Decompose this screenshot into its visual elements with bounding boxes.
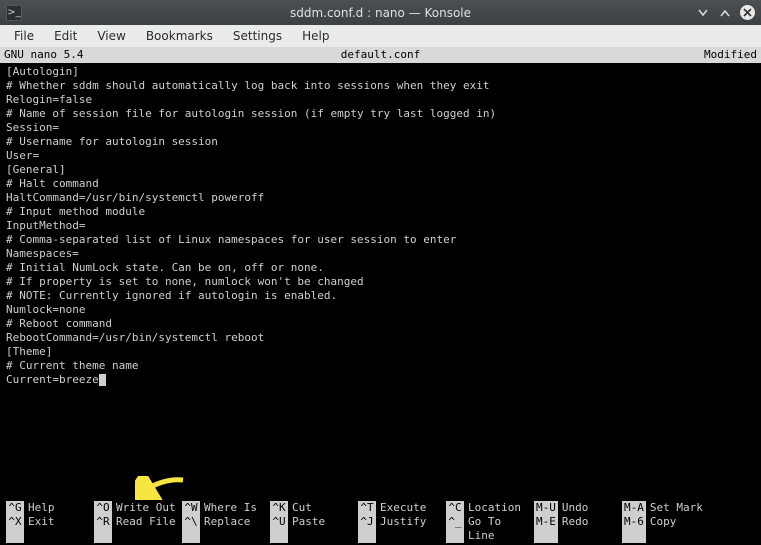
- editor-line: # Whether sddm should automatically log …: [6, 79, 755, 93]
- editor-line: # Halt command: [6, 177, 755, 191]
- editor-line: [General]: [6, 163, 755, 177]
- window-title: sddm.conf.d : nano — Konsole: [290, 6, 471, 20]
- shortcut-set-mark: M-A Set Mark: [622, 501, 710, 515]
- shortcut-where-is: ^W Where Is: [182, 501, 270, 515]
- shortcut-location: ^C Location: [446, 501, 534, 515]
- maximize-button[interactable]: [718, 6, 732, 20]
- nano-filename: default.conf: [252, 47, 508, 63]
- shortcut-read-file: ^RRead File: [94, 515, 182, 543]
- shortcut-label: Copy: [650, 515, 677, 543]
- editor-line: # Username for autologin session: [6, 135, 755, 149]
- shortcut-copy: M-6Copy: [622, 515, 710, 543]
- shortcut-label: Paste: [292, 515, 325, 543]
- shortcut-key: M-6: [622, 515, 646, 543]
- editor-line: Session=: [6, 121, 755, 135]
- editor-line: # Name of session file for autologin ses…: [6, 107, 755, 121]
- shortcut-key: ^X: [6, 515, 24, 543]
- nano-version: GNU nano 5.4: [4, 47, 252, 63]
- shortcut-write-out: ^O Write Out: [94, 501, 182, 515]
- shortcut-label: Execute: [380, 501, 426, 515]
- shortcut-key: M-E: [534, 515, 558, 543]
- shortcut-key: M-A: [622, 501, 646, 515]
- shortcut-cut: ^K Cut: [270, 501, 358, 515]
- editor-line: # Input method module: [6, 205, 755, 219]
- nano-header: GNU nano 5.4 default.conf Modified: [0, 47, 761, 63]
- menu-edit[interactable]: Edit: [44, 26, 87, 46]
- app-icon: >_: [6, 5, 22, 21]
- shortcut-label: Redo: [562, 515, 589, 543]
- shortcut-key: ^\: [182, 515, 200, 543]
- editor-line: RebootCommand=/usr/bin/systemctl reboot: [6, 331, 755, 345]
- editor-area[interactable]: [Autologin]# Whether sddm should automat…: [0, 63, 761, 501]
- editor-line: HaltCommand=/usr/bin/systemctl poweroff: [6, 191, 755, 205]
- shortcut-key: ^G: [6, 501, 24, 515]
- editor-line: # Reboot command: [6, 317, 755, 331]
- shortcut-key: M-U: [534, 501, 558, 515]
- editor-line: [Autologin]: [6, 65, 755, 79]
- window-controls: [696, 5, 755, 20]
- editor-line: Relogin=false: [6, 93, 755, 107]
- shortcut-key: ^R: [94, 515, 112, 543]
- shortcut-label: Go To Line: [468, 515, 534, 543]
- close-button[interactable]: [740, 5, 755, 20]
- shortcut-label: Undo: [562, 501, 589, 515]
- menu-help[interactable]: Help: [292, 26, 339, 46]
- shortcut-label: Exit: [28, 515, 55, 543]
- shortcut-bar: ^G Help ^O Write Out ^W Where Is ^K Cut ^T Execut…: [0, 501, 761, 545]
- editor-line: InputMethod=: [6, 219, 755, 233]
- editor-line: # Initial NumLock state. Can be on, off …: [6, 261, 755, 275]
- shortcut-undo: M-U Undo: [534, 501, 622, 515]
- shortcut-key: ^T: [358, 501, 376, 515]
- menu-settings[interactable]: Settings: [223, 26, 292, 46]
- shortcut-key: ^U: [270, 515, 288, 543]
- shortcut-replace: ^\Replace: [182, 515, 270, 543]
- editor-line: # Comma-separated list of Linux namespac…: [6, 233, 755, 247]
- editor-line: [Theme]: [6, 345, 755, 359]
- editor-line: # NOTE: Currently ignored if autologin i…: [6, 289, 755, 303]
- shortcut-key: ^C: [446, 501, 464, 515]
- shortcut-go-to-line: ^_Go To Line: [446, 515, 534, 543]
- shortcut-justify: ^JJustify: [358, 515, 446, 543]
- shortcut-label: Location: [468, 501, 521, 515]
- shortcut-help: ^G Help: [6, 501, 94, 515]
- menu-file[interactable]: File: [4, 26, 44, 46]
- shortcut-key: ^_: [446, 515, 464, 543]
- minimize-button[interactable]: [696, 6, 710, 20]
- text-cursor: [99, 374, 106, 386]
- shortcut-key: ^K: [270, 501, 288, 515]
- shortcut-label: Set Mark: [650, 501, 703, 515]
- editor-line: Current=breeze: [6, 373, 755, 387]
- menu-bookmarks[interactable]: Bookmarks: [136, 26, 223, 46]
- shortcut-paste: ^UPaste: [270, 515, 358, 543]
- shortcut-label: Justify: [380, 515, 426, 543]
- titlebar: >_ sddm.conf.d : nano — Konsole: [0, 0, 761, 25]
- shortcut-label: Cut: [292, 501, 312, 515]
- editor-line: Namespaces=: [6, 247, 755, 261]
- editor-line: User=: [6, 149, 755, 163]
- shortcut-key: ^O: [94, 501, 112, 515]
- editor-line: Numlock=none: [6, 303, 755, 317]
- nano-status: Modified: [509, 47, 757, 63]
- shortcut-key: ^J: [358, 515, 376, 543]
- menubar: File Edit View Bookmarks Settings Help: [0, 25, 761, 47]
- shortcut-label: Replace: [204, 515, 250, 543]
- shortcut-exit: ^XExit: [6, 515, 94, 543]
- shortcut-redo: M-ERedo: [534, 515, 622, 543]
- shortcut-execute: ^T Execute: [358, 501, 446, 515]
- shortcut-label: Read File: [116, 515, 176, 543]
- editor-line: # If property is set to none, numlock wo…: [6, 275, 755, 289]
- shortcut-label: Where Is: [204, 501, 257, 515]
- shortcut-label: Help: [28, 501, 55, 515]
- shortcut-label: Write Out: [116, 501, 176, 515]
- shortcut-key: ^W: [182, 501, 200, 515]
- editor-line: # Current theme name: [6, 359, 755, 373]
- menu-view[interactable]: View: [87, 26, 135, 46]
